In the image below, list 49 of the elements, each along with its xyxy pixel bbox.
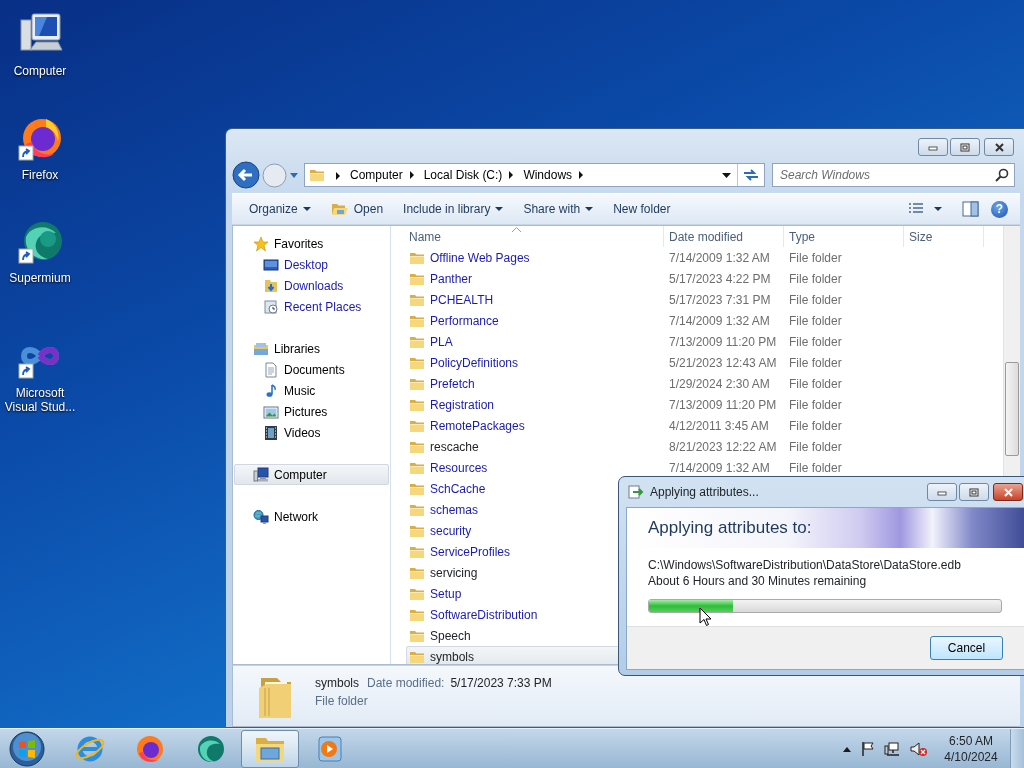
date-cell-text: 4/12/2011 3:45 AM — [668, 417, 770, 435]
date-cell-text: 7/14/2009 1:32 AM — [668, 459, 771, 477]
file-name: Speech — [430, 627, 471, 645]
type-cell-text: File folder — [788, 438, 843, 456]
type-cell-text: File folder — [788, 333, 843, 351]
file-name: RemotePackages — [430, 417, 525, 435]
date-cell-text: 7/13/2009 11:20 PM — [668, 333, 778, 351]
detail-label: Date modified: — [367, 676, 445, 690]
file-name: SchCache — [430, 480, 486, 498]
date-cell-text: 8/21/2023 12:22 AM — [668, 438, 778, 456]
date-cell-text: 7/14/2009 1:32 AM — [668, 249, 771, 267]
file-name: Panther — [430, 270, 473, 288]
file-name: Offline Web Pages — [430, 249, 530, 267]
file-name: Prefetch — [430, 375, 475, 393]
file-name: Setup — [430, 585, 462, 603]
date-cell-text: 5/17/2023 4:22 PM — [668, 270, 772, 288]
file-name: schemas — [430, 501, 479, 519]
file-name: Registration — [430, 396, 495, 414]
date-cell-text: 5/17/2023 7:31 PM — [668, 291, 772, 309]
file-name: PCHEALTH — [430, 291, 494, 309]
file-name: symbols — [430, 648, 474, 664]
file-name: security — [430, 522, 472, 540]
file-name: ServiceProfiles — [430, 543, 511, 561]
item-name: symbols — [315, 676, 359, 690]
file-name: Resources — [430, 459, 488, 477]
date-cell-text: 7/14/2009 1:32 AM — [668, 312, 771, 330]
type-cell-text: File folder — [788, 291, 843, 309]
file-name: PLA — [430, 333, 453, 351]
file-name: rescache — [430, 438, 479, 456]
file-name: Performance — [430, 312, 499, 330]
time-remaining: About 6 Hours and 30 Minutes remaining — [648, 573, 868, 589]
date-cell-text: 7/13/2009 11:20 PM — [668, 396, 778, 414]
dialog-title: Applying attributes... — [650, 484, 759, 501]
file-path: C:\Windows\SoftwareDistribution\DataStore\DataStore.edb — [648, 557, 962, 573]
detail-type: File folder — [315, 693, 369, 710]
type-cell-text: File folder — [788, 354, 843, 372]
date-cell-text: 1/29/2024 2:30 AM — [668, 375, 771, 393]
date-cell-text: 5/21/2023 12:43 AM — [668, 354, 778, 372]
type-cell-text: File folder — [788, 312, 843, 330]
file-name: servicing — [430, 564, 478, 582]
type-cell-text: File folder — [788, 249, 843, 267]
type-cell-text: File folder — [788, 417, 843, 435]
type-cell-text: File folder — [788, 270, 843, 288]
type-cell-text: File folder — [788, 396, 843, 414]
detail-value: 5/17/2023 7:33 PM — [450, 676, 552, 690]
file-name: PolicyDefinitions — [430, 354, 519, 372]
file-name: SoftwareDistribution — [430, 606, 538, 624]
type-cell-text: File folder — [788, 375, 843, 393]
type-cell-text: File folder — [788, 459, 843, 477]
